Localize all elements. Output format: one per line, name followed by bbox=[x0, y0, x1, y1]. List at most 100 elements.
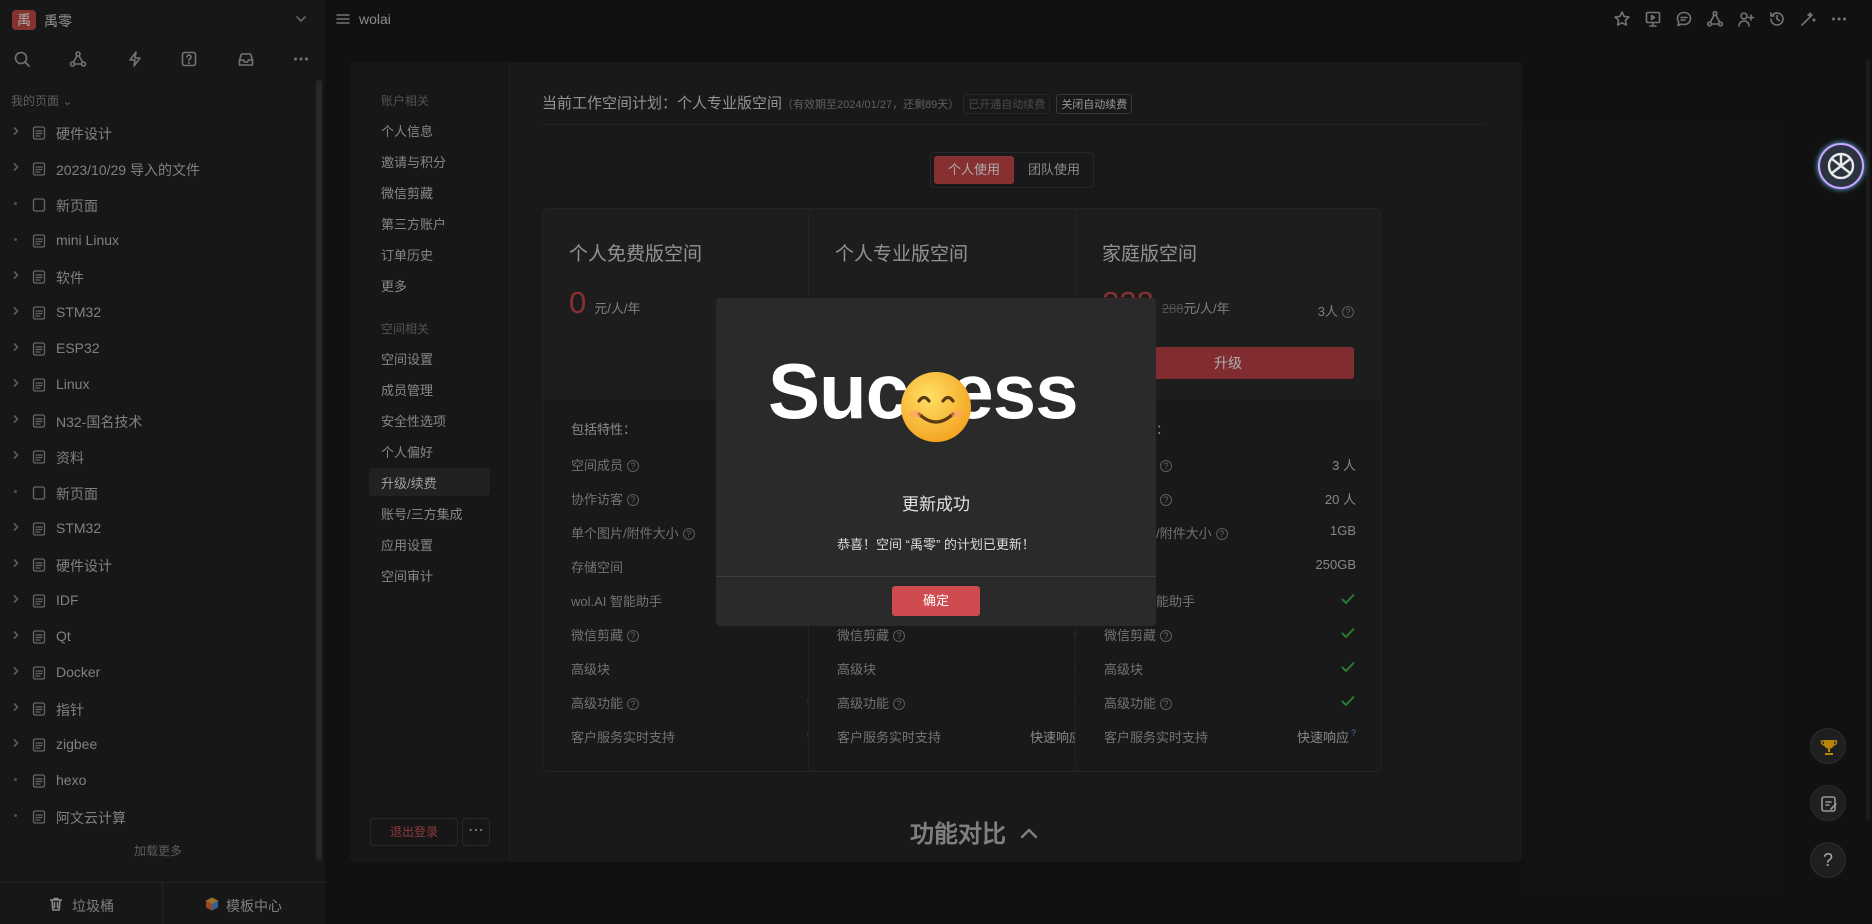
sidebar-page-item[interactable]: 硬件设计 bbox=[0, 546, 316, 582]
trash-button[interactable]: 垃圾桶 bbox=[0, 883, 163, 924]
tab-personal[interactable]: 个人使用 bbox=[934, 156, 1014, 184]
chevron-right-icon[interactable] bbox=[11, 666, 21, 676]
help-icon[interactable]: ? bbox=[893, 630, 906, 642]
sidebar-page-item[interactable]: 2023/10/29 导入的文件 bbox=[0, 150, 316, 186]
star-icon[interactable] bbox=[1613, 10, 1631, 28]
template-center-button[interactable]: 模板中心 bbox=[164, 883, 326, 924]
lightning-icon[interactable] bbox=[126, 50, 144, 68]
feature-compare-label: 功能对比 bbox=[910, 821, 1006, 848]
chevron-right-icon[interactable] bbox=[11, 450, 21, 460]
settings-nav-integrations[interactable]: 账号/三方集成 bbox=[381, 504, 463, 523]
help-icon[interactable]: ? bbox=[627, 698, 640, 710]
help-icon[interactable]: ? bbox=[627, 630, 640, 642]
chevron-right-icon[interactable] bbox=[11, 594, 21, 604]
help-icon[interactable]: ? bbox=[1215, 528, 1228, 540]
chevron-right-icon[interactable] bbox=[11, 522, 21, 532]
help-icon[interactable] bbox=[180, 50, 198, 68]
main-scrollbar[interactable] bbox=[1866, 60, 1870, 820]
settings-nav-app-settings[interactable]: 应用设置 bbox=[381, 535, 433, 554]
sidebar-page-item[interactable]: N32-国名技术 bbox=[0, 402, 316, 438]
user-add-icon[interactable] bbox=[1737, 10, 1755, 28]
help-icon[interactable]: ? bbox=[893, 698, 906, 710]
settings-nav-profile[interactable]: 个人信息 bbox=[381, 121, 433, 140]
chevron-down-icon[interactable] bbox=[294, 12, 308, 26]
sidebar-page-item[interactable]: STM32 bbox=[0, 510, 316, 546]
settings-nav-more[interactable]: 更多 bbox=[381, 276, 407, 295]
sidebar-page-item[interactable]: 新页面 bbox=[0, 186, 316, 222]
present-icon[interactable] bbox=[1644, 10, 1662, 28]
chevron-right-icon[interactable] bbox=[11, 162, 21, 172]
sidebar-page-item[interactable]: Qt bbox=[0, 618, 316, 654]
ai-assistant-avatar[interactable] bbox=[1818, 143, 1864, 189]
help-icon[interactable]: ? bbox=[1342, 306, 1354, 318]
settings-nav-preferences[interactable]: 个人偏好 bbox=[381, 442, 433, 461]
sidebar-page-item[interactable]: zigbee bbox=[0, 726, 316, 762]
sidebar-page-item[interactable]: IDF bbox=[0, 582, 316, 618]
edit-icon[interactable] bbox=[1810, 785, 1846, 821]
trophy-icon[interactable] bbox=[1810, 728, 1846, 764]
help-icon[interactable]: ? bbox=[1160, 494, 1173, 506]
graph-icon[interactable] bbox=[69, 50, 87, 68]
chevron-right-icon[interactable] bbox=[11, 378, 21, 388]
help-icon[interactable]: ? bbox=[627, 494, 640, 506]
question-icon[interactable]: ? bbox=[1810, 842, 1846, 878]
sidebar-page-item[interactable]: 硬件设计 bbox=[0, 114, 316, 150]
settings-nav-members[interactable]: 成员管理 bbox=[381, 380, 433, 399]
settings-nav-upgrade[interactable]: 升级/续费 bbox=[381, 473, 437, 492]
sidebar-page-item[interactable]: 软件 bbox=[0, 258, 316, 294]
help-icon[interactable]: ? bbox=[1160, 630, 1173, 642]
confirm-button[interactable]: 确定 bbox=[892, 586, 980, 616]
sidebar-page-item[interactable]: STM32 bbox=[0, 294, 316, 330]
sidebar-page-item[interactable]: 资料 bbox=[0, 438, 316, 474]
chevron-right-icon[interactable] bbox=[11, 558, 21, 568]
comment-icon[interactable] bbox=[1675, 10, 1693, 28]
settings-nav-wechat[interactable]: 微信剪藏 bbox=[381, 183, 433, 202]
inbox-icon[interactable] bbox=[237, 50, 255, 68]
my-pages-label[interactable]: 我的页面 ⌄ bbox=[11, 92, 72, 109]
disable-auto-renew-button[interactable]: 关闭自动续费 bbox=[1056, 94, 1133, 114]
sidebar-page-item[interactable]: Docker bbox=[0, 654, 316, 690]
chevron-right-icon[interactable] bbox=[11, 738, 21, 748]
chevron-right-icon[interactable] bbox=[11, 414, 21, 424]
settings-nav-space-settings[interactable]: 空间设置 bbox=[381, 349, 433, 368]
settings-nav-third-party[interactable]: 第三方账户 bbox=[381, 214, 446, 233]
sidebar-page-item[interactable]: mini Linux bbox=[0, 222, 316, 258]
menu-icon[interactable] bbox=[335, 11, 351, 27]
settings-nav-audit[interactable]: 空间审计 bbox=[381, 566, 433, 585]
load-more-link[interactable]: 加载更多 bbox=[0, 842, 316, 859]
help-icon[interactable]: ? bbox=[1160, 460, 1173, 472]
share-icon[interactable] bbox=[1706, 10, 1724, 28]
chevron-right-icon[interactable] bbox=[11, 306, 21, 316]
logout-button[interactable]: 退出登录 bbox=[370, 818, 458, 846]
sidebar-page-item[interactable]: 新页面 bbox=[0, 474, 316, 510]
sidebar-page-item[interactable]: hexo bbox=[0, 762, 316, 798]
help-icon[interactable]: ? bbox=[1160, 698, 1173, 710]
more-icon[interactable] bbox=[292, 50, 310, 68]
settings-nav-orders[interactable]: 订单历史 bbox=[381, 245, 433, 264]
help-superscript[interactable]: ? bbox=[1351, 728, 1356, 738]
search-icon[interactable] bbox=[13, 50, 31, 68]
sidebar-page-item[interactable]: Linux bbox=[0, 366, 316, 402]
magic-icon[interactable] bbox=[1799, 10, 1817, 28]
chevron-right-icon[interactable] bbox=[11, 126, 21, 136]
tab-team[interactable]: 团队使用 bbox=[1017, 156, 1091, 184]
settings-nav-invite[interactable]: 邀请与积分 bbox=[381, 152, 446, 171]
settings-nav-security[interactable]: 安全性选项 bbox=[381, 411, 446, 430]
chevron-right-icon[interactable] bbox=[11, 630, 21, 640]
sidebar-page-item[interactable]: 指针 bbox=[0, 690, 316, 726]
feature-row: 高级功能? bbox=[1104, 691, 1356, 711]
workspace-switcher[interactable]: 禹 禹零 bbox=[0, 0, 326, 40]
sidebar-page-label: IDF bbox=[56, 592, 79, 608]
help-icon[interactable]: ? bbox=[682, 528, 695, 540]
help-icon[interactable]: ? bbox=[627, 460, 640, 472]
chevron-right-icon[interactable] bbox=[11, 342, 21, 352]
sidebar-page-item[interactable]: 阿文云计算 bbox=[0, 798, 316, 834]
chevron-right-icon[interactable] bbox=[11, 702, 21, 712]
sidebar-scrollbar[interactable] bbox=[316, 80, 322, 860]
chevron-right-icon[interactable] bbox=[11, 270, 21, 280]
more-icon[interactable] bbox=[1830, 10, 1848, 28]
settings-more-button[interactable]: ⋯ bbox=[462, 818, 490, 846]
feature-compare-toggle[interactable]: 功能对比 bbox=[910, 814, 1039, 849]
sidebar-page-item[interactable]: ESP32 bbox=[0, 330, 316, 366]
history-icon[interactable] bbox=[1768, 10, 1786, 28]
